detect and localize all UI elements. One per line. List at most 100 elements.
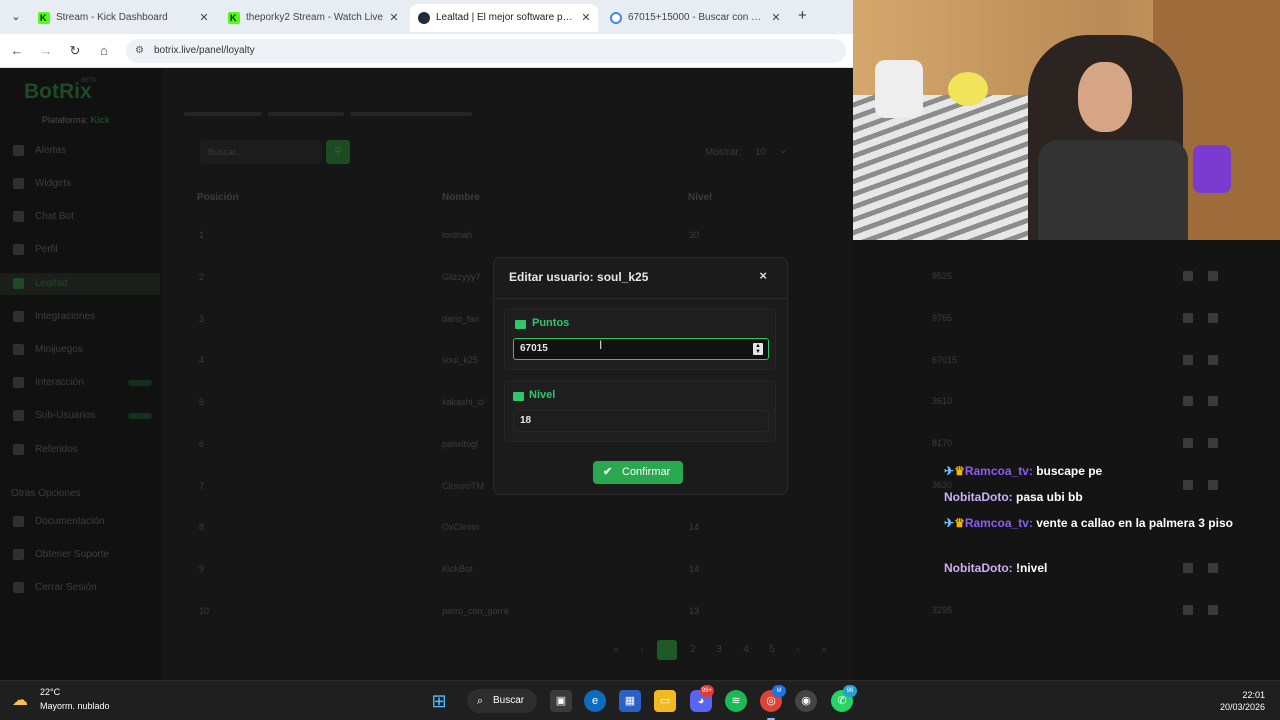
taskbar-search-label: Buscar (493, 695, 525, 706)
pager-last[interactable]: » (814, 640, 834, 660)
content-tab[interactable] (350, 112, 472, 116)
level-input[interactable]: 18 (513, 410, 769, 432)
weather-desc[interactable]: Mayorm. nublado (40, 701, 110, 711)
chevron-down-icon[interactable]: ⌄ (779, 145, 787, 156)
sidebar-item-sub-usuarios[interactable]: Sub-Usuarios (0, 405, 160, 427)
weather-temp[interactable]: 22°C (40, 687, 60, 697)
sidebar-item-widgets[interactable]: Widgets (0, 173, 160, 195)
trash-icon[interactable] (1208, 396, 1218, 406)
pager-page-2[interactable]: 2 (683, 640, 703, 660)
pager-first[interactable]: « (606, 640, 626, 660)
search-button[interactable]: ⚲ (326, 140, 350, 164)
tab-theporky2[interactable]: theporky2 Stream - Watch Live ✕ (220, 4, 406, 32)
tab-close-icon[interactable]: ✕ (770, 4, 782, 32)
sidebar-item-chatbot[interactable]: Chat Bot (0, 206, 160, 228)
clock-date: 20/03/2026 (1219, 702, 1265, 712)
streamer-face (1078, 62, 1132, 132)
spotify-icon[interactable]: ≋ (725, 690, 747, 712)
sidebar-item-minijuegos[interactable]: Minijuegos (0, 339, 160, 361)
pager-next[interactable]: › (788, 640, 808, 660)
column-header: Nivel (688, 192, 712, 203)
confirm-button[interactable]: ✔ Confirmar (593, 461, 683, 484)
weather-cloud-icon[interactable]: ☁ (12, 690, 36, 712)
tab-kick-dashboard[interactable]: Stream - Kick Dashboard ✕ (30, 4, 216, 32)
new-tab-plus-icon[interactable]: + (798, 7, 812, 25)
pager-page-5[interactable]: 5 (762, 640, 782, 660)
tab-title: theporky2 Stream - Watch Live (246, 12, 383, 23)
sidebar-item-cerrar-sesion[interactable]: Cerrar Sesión (0, 577, 160, 599)
sidebar-item-alertas[interactable]: Alertas (0, 140, 160, 162)
edit-pencil-icon[interactable] (1183, 396, 1193, 406)
pager-page-3[interactable]: 3 (709, 640, 729, 660)
content-tab[interactable] (184, 112, 262, 116)
search-placeholder: Buscar... (208, 147, 244, 157)
table-row: 9 KickBot 14 (162, 548, 853, 590)
tab-search-chevron-icon[interactable]: ⌄ (6, 8, 26, 26)
windows-start-icon[interactable]: ⊞ (428, 690, 450, 712)
sidebar-item-label: Integraciones (35, 311, 96, 322)
system-clock[interactable]: 22:01 20/03/2026 (1220, 689, 1265, 713)
url-field[interactable]: ⚙ botrix.live/panel/loyalty (126, 39, 846, 63)
sidebar-item-label: Lealtad (35, 278, 68, 289)
cell-position: 4 (199, 355, 205, 365)
trash-icon[interactable] (1208, 438, 1218, 448)
trash-icon[interactable] (1208, 355, 1218, 365)
sidebar-item-label: Obtener Soporte (35, 549, 109, 560)
support-icon (13, 549, 24, 560)
edit-pencil-icon[interactable] (1183, 355, 1193, 365)
pager-page-4[interactable]: 4 (736, 640, 756, 660)
sidebar-item-interaccion[interactable]: Interacción (0, 372, 160, 394)
sidebar-item-integraciones[interactable]: Integraciones (0, 306, 160, 328)
obs-icon[interactable]: ◉ (795, 690, 817, 712)
edit-pencil-icon[interactable] (1183, 271, 1193, 281)
cell-name: perro_con_gorra (442, 606, 509, 616)
browser-tab-bar: ⌄ Stream - Kick Dashboard ✕ theporky2 St… (0, 0, 853, 34)
sidebar-item-lealtad[interactable]: Lealtad (0, 273, 160, 295)
cell-points: 8170 (932, 438, 953, 448)
show-select[interactable]: 10 (755, 147, 766, 158)
trash-icon[interactable] (1208, 271, 1218, 281)
beta-tag: BETA (81, 78, 97, 84)
home-icon[interactable]: ⌂ (95, 42, 113, 60)
tab-google-search[interactable]: 67015+15000 - Buscar con Goo ✕ (602, 4, 788, 32)
sidebar-item-perfil[interactable]: Perfil (0, 239, 160, 261)
profile-icon (13, 244, 24, 255)
task-view-icon[interactable]: ▣ (550, 690, 572, 712)
tab-close-icon[interactable]: ✕ (198, 4, 210, 32)
store-icon[interactable]: ▦ (619, 690, 641, 712)
content-tab[interactable] (268, 112, 344, 116)
edit-pencil-icon[interactable] (1183, 313, 1193, 323)
tab-lealtad[interactable]: Lealtad | El mejor software para ✕ (410, 4, 598, 32)
sidebar-item-referidos[interactable]: Referidos (0, 439, 160, 461)
sidebar-item-label: Perfil (35, 244, 58, 255)
file-explorer-icon[interactable]: ▭ (654, 690, 676, 712)
cell-points: 9525 (932, 271, 953, 281)
search-input[interactable]: Buscar... (200, 140, 322, 164)
loyalty-icon (13, 278, 24, 289)
close-icon[interactable]: × (759, 268, 767, 283)
sidebar-item-documentacion[interactable]: Documentación (0, 511, 160, 533)
modal-divider (494, 298, 787, 299)
edge-icon[interactable]: e (584, 690, 606, 712)
cell-name: soul_k25 (442, 355, 479, 365)
reload-icon[interactable]: ↻ (66, 42, 84, 60)
forward-arrow-icon[interactable]: → (37, 42, 55, 60)
pager-page-1[interactable]: 1 (657, 640, 677, 660)
trash-icon[interactable] (1208, 313, 1218, 323)
edit-pencil-icon[interactable] (1183, 605, 1193, 615)
site-info-icon[interactable]: ⚙ (135, 44, 147, 58)
trash-icon[interactable] (1208, 605, 1218, 615)
taskbar-search[interactable]: ⌕ Buscar (467, 689, 537, 713)
anime-pillow (875, 60, 923, 118)
cell-name: kakashi_cl (442, 397, 485, 407)
sidebar-item-label: Alertas (35, 145, 67, 156)
edit-pencil-icon[interactable] (1183, 438, 1193, 448)
back-arrow-icon[interactable]: ← (8, 42, 26, 60)
tab-close-icon[interactable]: ✕ (580, 4, 592, 32)
number-spinner-icon[interactable]: ▲ ▼ (753, 343, 763, 355)
tab-close-icon[interactable]: ✕ (388, 4, 400, 32)
points-input[interactable]: 67015 ▲ ▼ (513, 338, 769, 360)
sidebar-item-soporte[interactable]: Obtener Soporte (0, 544, 160, 566)
cell-points: 9765 (932, 313, 953, 323)
pager-prev[interactable]: ‹ (632, 640, 652, 660)
